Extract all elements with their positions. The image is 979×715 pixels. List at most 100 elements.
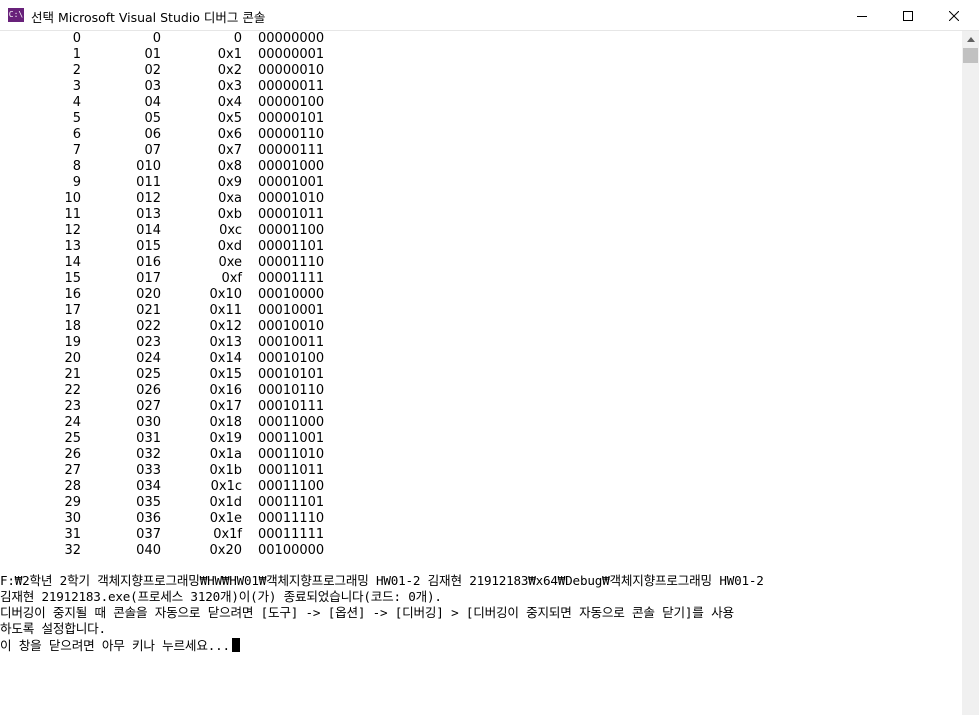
hex-value: 0: [233, 31, 242, 46]
close-icon: [949, 10, 959, 21]
decimal-value: 7: [72, 143, 81, 158]
console-output[interactable]: 0 0 0 00000000 1 01 0x1 00000001 2 02 0x2 00000010 3…: [0, 31, 962, 715]
console-row: 20 024 0x14 00010100: [0, 351, 400, 367]
vertical-scrollbar[interactable]: [962, 31, 979, 715]
hex-value: 0x1d: [209, 495, 243, 510]
octal-value: 022: [136, 319, 161, 334]
console-row: 18 022 0x12 00010010: [0, 319, 400, 335]
hex-value: 0x18: [209, 415, 242, 430]
binary-value: 00010001: [258, 303, 325, 318]
hex-value: 0xe: [218, 255, 242, 270]
hex-value: 0x7: [217, 143, 242, 158]
hex-value: 0xa: [218, 191, 242, 206]
title-bar[interactable]: C:\ 선택 Microsoft Visual Studio 디버그 콘솔: [0, 0, 979, 31]
scroll-up-button[interactable]: [962, 31, 979, 48]
decimal-value: 21: [64, 367, 81, 382]
decimal-value: 24: [64, 415, 81, 430]
binary-value: 00011001: [258, 431, 325, 446]
console-row: 22 026 0x16 00010110: [0, 383, 400, 399]
close-button[interactable]: [931, 0, 977, 31]
binary-value: 00010110: [258, 383, 325, 398]
octal-value: 017: [136, 271, 161, 286]
console-row: 23 027 0x17 00010111: [0, 399, 400, 415]
hex-value: 0x13: [209, 335, 242, 350]
hex-value: 0x6: [217, 127, 242, 142]
decimal-value: 14: [64, 255, 81, 270]
octal-value: 036: [136, 511, 161, 526]
decimal-value: 8: [72, 159, 81, 174]
decimal-value: 11: [64, 207, 81, 222]
binary-value: 00001101: [258, 239, 325, 254]
hex-value: 0x14: [209, 351, 242, 366]
decimal-value: 26: [64, 447, 81, 462]
hex-value: 0x4: [217, 95, 242, 110]
console-row: 15 017 0xf 00001111: [0, 271, 400, 287]
hex-value: 0x19: [209, 431, 242, 446]
hex-value: 0x1c: [210, 479, 242, 494]
binary-value: 00010010: [258, 319, 325, 334]
maximize-button[interactable]: [885, 0, 931, 31]
hex-value: 0x17: [209, 399, 242, 414]
binary-value: 00001100: [258, 223, 325, 238]
console-row: 32 040 0x20 00100000: [0, 543, 400, 559]
minimize-button[interactable]: [839, 0, 885, 31]
octal-value: 06: [144, 127, 161, 142]
decimal-value: 12: [64, 223, 81, 238]
octal-value: 020: [136, 287, 161, 302]
chevron-up-icon: [966, 37, 975, 42]
console-window: C:\ 선택 Microsoft Visual Studio 디버그 콘솔 00…: [0, 0, 979, 715]
decimal-value: 15: [64, 271, 81, 286]
octal-value: 011: [136, 175, 161, 190]
hex-value: 0x1e: [209, 511, 242, 526]
octal-value: 026: [136, 383, 161, 398]
console-row: 25 031 0x19 00011001: [0, 431, 400, 447]
binary-value: 00001110: [258, 255, 325, 270]
hex-value: 0xb: [217, 207, 242, 222]
binary-value: 00011011: [258, 463, 325, 478]
decimal-value: 22: [64, 383, 81, 398]
binary-value: 00000000: [258, 31, 325, 46]
press-any-key-text: 이 창을 닫으려면 아무 키나 누르세요...: [0, 638, 230, 653]
exit-path-line-2: 김재현 21912183.exe(프로세스 3120개)이(가) 종료되었습니다…: [0, 589, 442, 604]
decimal-value: 31: [64, 527, 81, 542]
maximize-icon: [903, 10, 913, 21]
hex-value: 0x15: [209, 367, 242, 382]
octal-value: 031: [136, 431, 161, 446]
binary-value: 00100000: [258, 543, 325, 558]
decimal-value: 1: [72, 47, 81, 62]
binary-value: 00011000: [258, 415, 325, 430]
console-row: 17 021 0x11 00010001: [0, 303, 400, 319]
decimal-value: 29: [64, 495, 81, 510]
scroll-thumb[interactable]: [963, 48, 978, 63]
binary-value: 00000001: [258, 47, 325, 62]
app-icon[interactable]: C:\: [8, 8, 24, 22]
hex-value: 0x5: [217, 111, 242, 126]
octal-value: 032: [136, 447, 161, 462]
console-row: 14 016 0xe 00001110: [0, 255, 400, 271]
binary-value: 00011010: [258, 447, 325, 462]
octal-value: 037: [136, 527, 161, 542]
hex-value: 0x1f: [213, 527, 242, 542]
binary-value: 00011111: [258, 527, 325, 542]
binary-value: 00000111: [258, 143, 325, 158]
press-any-key-line: 이 창을 닫으려면 아무 키나 누르세요...: [0, 638, 962, 654]
binary-value: 00001011: [258, 207, 325, 222]
hex-value: 0x2: [217, 63, 242, 78]
exit-path-line-1: F:₩2학년 2학기 객체지향프로그래밍₩HW₩HW01₩객체지향프로그래밍 H…: [0, 573, 764, 588]
decimal-value: 23: [64, 399, 81, 414]
binary-value: 00011110: [258, 511, 325, 526]
window-title: 선택 Microsoft Visual Studio 디버그 콘솔: [31, 10, 266, 25]
hex-value: 0xc: [219, 223, 242, 238]
octal-value: 015: [136, 239, 161, 254]
octal-value: 025: [136, 367, 161, 382]
binary-value: 00001000: [258, 159, 325, 174]
console-row: 6 06 0x6 00000110: [0, 127, 400, 143]
octal-value: 03: [144, 79, 161, 94]
console-row: 26 032 0x1a 00011010: [0, 447, 400, 463]
hex-value: 0x3: [217, 79, 242, 94]
binary-value: 00001001: [258, 175, 325, 190]
binary-value: 00010000: [258, 287, 325, 302]
auto-close-hint-line-2: 하도록 설정합니다.: [0, 621, 106, 636]
hex-value: 0x20: [209, 543, 242, 558]
octal-value: 012: [136, 191, 161, 206]
